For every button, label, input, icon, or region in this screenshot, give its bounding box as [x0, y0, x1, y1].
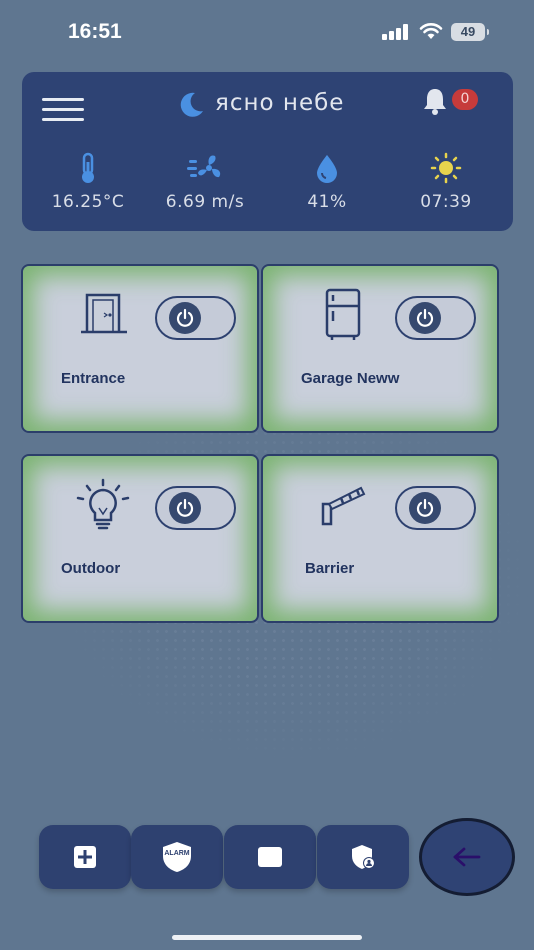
back-button[interactable]: [419, 818, 515, 896]
wind-fan-icon: [187, 155, 221, 178]
sun-icon: [430, 152, 462, 184]
plus-square-icon: [74, 846, 96, 868]
alarm-shield-icon: ALARM: [163, 842, 191, 872]
power-toggle-garage[interactable]: [395, 296, 476, 340]
power-toggle-entrance[interactable]: [155, 296, 236, 340]
battery-indicator: 49: [451, 23, 489, 41]
sunrise-stat: 07:39: [391, 152, 501, 212]
message-button[interactable]: [224, 825, 316, 889]
power-knob: [409, 492, 441, 524]
device-label: Outdoor: [61, 560, 121, 577]
power-toggle-barrier[interactable]: [395, 486, 476, 530]
moon-icon: [180, 92, 203, 117]
device-label: Entrance: [61, 370, 126, 387]
menu-line: [42, 98, 84, 101]
menu-line: [42, 118, 84, 121]
device-card-entrance[interactable]: Entrance: [21, 264, 259, 433]
device-card-barrier[interactable]: Barrier: [261, 454, 499, 623]
thermometer-icon: [82, 152, 94, 183]
home-indicator[interactable]: [172, 935, 362, 940]
device-label: Barrier: [305, 560, 355, 577]
wind-stat: 6.69 m/s: [150, 152, 260, 212]
power-icon: [176, 308, 194, 327]
wifi-icon: [419, 23, 443, 39]
weather-condition: ясно небе: [215, 90, 345, 116]
barrier-icon: [321, 486, 366, 526]
temperature-stat: 16.25°C: [33, 152, 143, 212]
humidity-stat: 41%: [272, 152, 382, 212]
sunrise-time: 07:39: [420, 192, 472, 212]
power-knob: [169, 492, 201, 524]
weather-card: ясно небе 0 16.25°C 6.69 m/s 41% 07:39: [22, 72, 513, 231]
arrow-left-icon: [453, 847, 481, 867]
bell-icon[interactable]: [420, 86, 450, 116]
power-icon: [416, 308, 434, 327]
menu-line: [42, 108, 84, 111]
temperature-value: 16.25°C: [51, 192, 125, 212]
device-card-outdoor[interactable]: Outdoor: [21, 454, 259, 623]
power-icon: [176, 498, 194, 517]
power-toggle-outdoor[interactable]: [155, 486, 236, 530]
door-icon: [81, 293, 127, 334]
lightbulb-icon: [76, 478, 130, 530]
shield-user-icon: [352, 845, 375, 869]
alarm-button[interactable]: ALARM: [131, 825, 223, 889]
status-bar: 16:51 49: [0, 0, 534, 62]
user-security-button[interactable]: [317, 825, 409, 889]
alarm-label: ALARM: [164, 850, 189, 857]
hamburger-menu-button[interactable]: [42, 98, 84, 124]
notification-badge: 0: [452, 89, 478, 110]
device-card-garage[interactable]: Garage Neww: [261, 264, 499, 433]
add-button[interactable]: [39, 825, 131, 889]
fridge-icon: [325, 288, 361, 340]
device-label: Garage Neww: [301, 370, 400, 387]
status-time: 16:51: [68, 20, 122, 43]
power-icon: [416, 498, 434, 517]
humidity-value: 41%: [307, 192, 347, 212]
wind-value: 6.69 m/s: [165, 192, 245, 212]
power-knob: [169, 302, 201, 334]
square-icon: [258, 847, 282, 867]
cellular-signal-icon: [382, 24, 408, 40]
power-knob: [409, 302, 441, 334]
water-drop-icon: [317, 155, 337, 183]
